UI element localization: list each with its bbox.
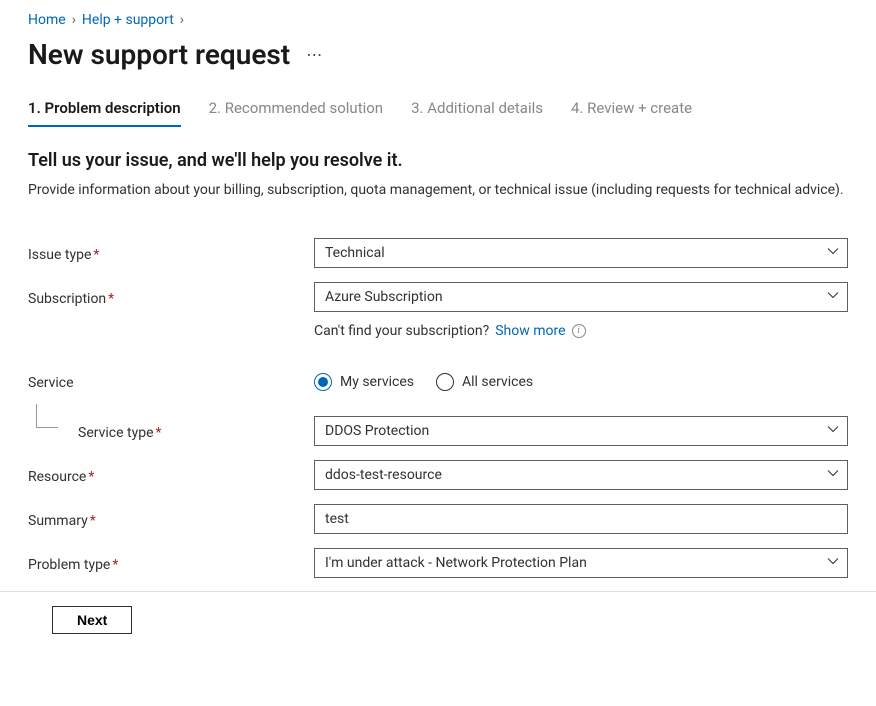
label-service-type: Service type*	[28, 420, 314, 441]
label-subscription: Subscription*	[28, 286, 314, 307]
radio-my-services[interactable]: My services	[314, 373, 414, 391]
chevron-down-icon	[827, 555, 839, 571]
resource-select[interactable]: ddos-test-resource	[314, 460, 848, 490]
problem-type-select[interactable]: I'm under attack - Network Protection Pl…	[314, 548, 848, 578]
required-mark: *	[156, 425, 162, 441]
label-problem-type: Problem type*	[28, 552, 314, 573]
required-mark: *	[108, 291, 114, 307]
required-mark: *	[93, 247, 99, 263]
radio-all-services-label: All services	[462, 374, 533, 390]
next-button[interactable]: Next	[52, 606, 132, 634]
tab-additional-details[interactable]: 3. Additional details	[411, 99, 543, 127]
required-mark: *	[88, 469, 94, 485]
section-subtext: Provide information about your billing, …	[28, 181, 848, 201]
footer-bar: Next	[0, 591, 876, 648]
chevron-right-icon: ›	[180, 12, 184, 28]
tree-line-icon	[36, 404, 58, 428]
tab-problem-description[interactable]: 1. Problem description	[28, 99, 181, 127]
info-icon[interactable]: i	[572, 324, 586, 338]
service-type-value: DDOS Protection	[325, 423, 429, 439]
chevron-down-icon	[827, 467, 839, 483]
breadcrumb-help-support[interactable]: Help + support	[82, 12, 174, 28]
chevron-right-icon: ›	[72, 12, 76, 28]
subscription-helper-text: Can't find your subscription?	[314, 323, 489, 339]
issue-type-select[interactable]: Technical	[314, 238, 848, 268]
tab-review-create[interactable]: 4. Review + create	[571, 99, 692, 127]
radio-icon	[436, 373, 454, 391]
label-summary: Summary*	[28, 508, 314, 529]
tab-recommended-solution[interactable]: 2. Recommended solution	[209, 99, 383, 127]
subscription-select[interactable]: Azure Subscription	[314, 282, 848, 312]
problem-type-value: I'm under attack - Network Protection Pl…	[325, 555, 587, 571]
service-radio-group: My services All services	[314, 371, 848, 391]
required-mark: *	[90, 513, 96, 529]
chevron-down-icon	[827, 245, 839, 261]
summary-input[interactable]: test	[314, 504, 848, 534]
show-more-link[interactable]: Show more	[495, 323, 565, 339]
label-resource: Resource*	[28, 464, 314, 485]
breadcrumb-home[interactable]: Home	[28, 12, 66, 28]
radio-icon	[314, 373, 332, 391]
summary-value: test	[325, 511, 349, 527]
radio-all-services[interactable]: All services	[436, 373, 533, 391]
resource-value: ddos-test-resource	[325, 467, 442, 483]
chevron-down-icon	[827, 289, 839, 305]
issue-type-value: Technical	[325, 245, 385, 261]
label-service: Service	[28, 370, 314, 391]
page-title: New support request	[28, 38, 290, 71]
subscription-value: Azure Subscription	[325, 289, 443, 305]
section-heading: Tell us your issue, and we'll help you r…	[28, 150, 848, 171]
label-issue-type: Issue type*	[28, 242, 314, 263]
breadcrumb: Home › Help + support ›	[28, 12, 848, 28]
radio-my-services-label: My services	[340, 374, 414, 390]
tab-strip: 1. Problem description 2. Recommended so…	[28, 99, 848, 128]
required-mark: *	[112, 557, 118, 573]
service-type-select[interactable]: DDOS Protection	[314, 416, 848, 446]
more-actions-icon[interactable]: ⋯	[306, 45, 324, 64]
chevron-down-icon	[827, 423, 839, 439]
